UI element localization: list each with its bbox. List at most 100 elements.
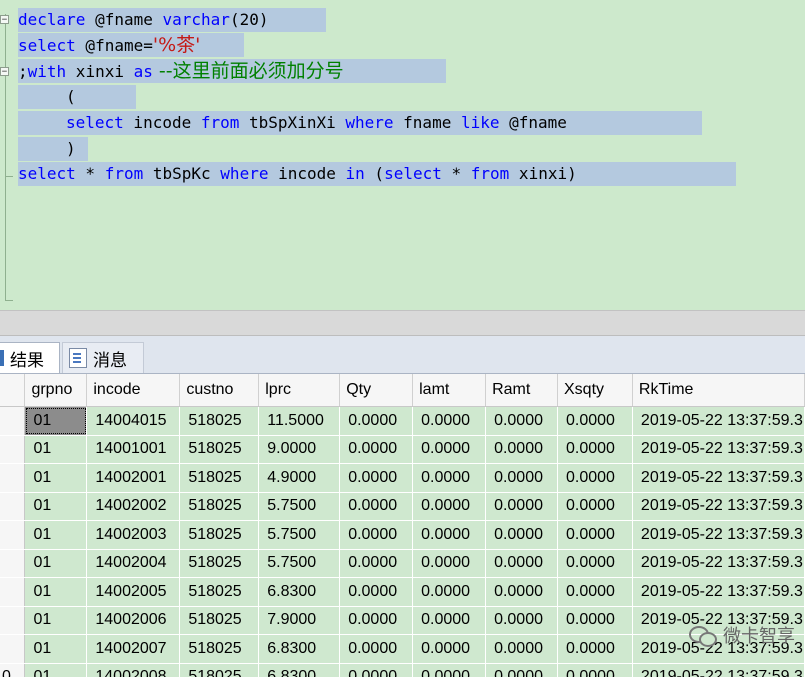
- table-cell[interactable]: 0.0000: [485, 549, 558, 578]
- table-cell[interactable]: 0.0000: [485, 520, 558, 550]
- table-cell[interactable]: 518025: [179, 606, 260, 635]
- table-cell[interactable]: 0.0000: [557, 634, 633, 664]
- table-cell[interactable]: 2019-05-22 13:37:59.3: [632, 549, 805, 578]
- table-cell[interactable]: 14002006: [86, 606, 181, 635]
- table-cell[interactable]: 0.0000: [485, 492, 558, 521]
- table-cell[interactable]: 14002005: [86, 577, 181, 607]
- table-row[interactable]: 01 14002001 518025 4.9000 0.0000 0.0000 0.0000…: [0, 463, 805, 493]
- row-header[interactable]: [0, 606, 26, 635]
- table-cell[interactable]: 14002002: [86, 492, 181, 521]
- column-header[interactable]: RkTime: [632, 374, 805, 407]
- row-header[interactable]: [0, 634, 26, 664]
- table-row[interactable]: 01 14002005 518025 6.8300 0.0000 0.0000 0.0000…: [0, 577, 805, 607]
- table-cell[interactable]: 9.0000: [258, 435, 341, 464]
- table-row[interactable]: 01 14002006 518025 7.9000 0.0000 0.0000 0.0000…: [0, 606, 805, 635]
- table-cell[interactable]: 518025: [179, 549, 260, 578]
- table-cell[interactable]: 0.0000: [557, 492, 633, 521]
- column-header[interactable]: grpno: [24, 374, 88, 407]
- table-cell[interactable]: 518025: [179, 492, 260, 521]
- column-header[interactable]: Xsqty: [557, 374, 633, 407]
- table-cell[interactable]: 0.0000: [339, 549, 414, 578]
- table-row[interactable]: 01 14002007 518025 6.8300 0.0000 0.0000 0.0000…: [0, 634, 805, 664]
- table-cell[interactable]: 01: [24, 435, 88, 464]
- column-header[interactable]: lamt: [412, 374, 487, 407]
- table-cell[interactable]: 518025: [179, 577, 260, 607]
- table-cell[interactable]: 518025: [179, 663, 260, 677]
- table-cell[interactable]: 0.0000: [485, 577, 558, 607]
- grid-corner[interactable]: [0, 374, 26, 407]
- table-cell[interactable]: 01: [24, 406, 88, 436]
- table-cell[interactable]: 0.0000: [412, 549, 487, 578]
- table-cell[interactable]: 518025: [179, 520, 260, 550]
- table-cell[interactable]: 0.0000: [557, 549, 633, 578]
- table-cell[interactable]: 0.0000: [485, 606, 558, 635]
- table-cell[interactable]: 518025: [179, 406, 260, 436]
- table-cell[interactable]: 2019-05-22 13:37:59.3: [632, 663, 805, 677]
- table-cell[interactable]: 0.0000: [485, 406, 558, 436]
- table-cell[interactable]: 0.0000: [557, 463, 633, 493]
- column-header[interactable]: Ramt: [485, 374, 558, 407]
- table-cell[interactable]: 7.9000: [258, 606, 341, 635]
- table-cell[interactable]: 0.0000: [339, 492, 414, 521]
- row-header[interactable]: [0, 549, 26, 578]
- table-cell[interactable]: 01: [24, 577, 88, 607]
- table-cell[interactable]: 0.0000: [412, 492, 487, 521]
- table-cell[interactable]: 0.0000: [485, 663, 558, 677]
- table-row[interactable]: 01 14001001 518025 9.0000 0.0000 0.0000 0.0000…: [0, 435, 805, 464]
- table-cell[interactable]: 518025: [179, 634, 260, 664]
- table-cell[interactable]: 0.0000: [339, 634, 414, 664]
- table-cell[interactable]: 14002007: [86, 634, 181, 664]
- row-header[interactable]: [0, 577, 26, 607]
- sql-editor[interactable]: − − declare @fname varchar(20) select @f…: [0, 0, 805, 310]
- table-cell[interactable]: 0.0000: [557, 435, 633, 464]
- fold-toggle-icon[interactable]: −: [0, 67, 9, 77]
- table-cell[interactable]: 0.0000: [339, 606, 414, 635]
- table-cell[interactable]: 5.7500: [258, 549, 341, 578]
- table-cell[interactable]: 01: [24, 492, 88, 521]
- table-cell[interactable]: 0.0000: [557, 406, 633, 436]
- table-cell[interactable]: 0.0000: [557, 606, 633, 635]
- table-cell[interactable]: 0.0000: [412, 606, 487, 635]
- table-cell[interactable]: 518025: [179, 463, 260, 493]
- table-cell[interactable]: 0.0000: [557, 520, 633, 550]
- table-cell[interactable]: 01: [24, 634, 88, 664]
- row-header[interactable]: 0: [0, 663, 26, 677]
- table-cell[interactable]: 0.0000: [557, 577, 633, 607]
- table-cell[interactable]: 0.0000: [412, 463, 487, 493]
- table-cell[interactable]: 2019-05-22 13:37:59.3: [632, 463, 805, 493]
- table-cell[interactable]: 01: [24, 606, 88, 635]
- table-cell[interactable]: 6.8300: [258, 663, 341, 677]
- tab-messages[interactable]: 消息: [62, 342, 144, 373]
- row-header[interactable]: [0, 463, 26, 493]
- column-header[interactable]: incode: [86, 374, 181, 407]
- tab-results[interactable]: 结果: [0, 342, 60, 373]
- table-cell[interactable]: 0.0000: [412, 435, 487, 464]
- table-row[interactable]: 01 14002002 518025 5.7500 0.0000 0.0000 0.0000…: [0, 492, 805, 521]
- row-header[interactable]: [0, 406, 26, 436]
- table-cell[interactable]: 14002001: [86, 463, 181, 493]
- column-header[interactable]: Qty: [339, 374, 414, 407]
- table-cell[interactable]: 6.8300: [258, 634, 341, 664]
- table-cell[interactable]: 14002004: [86, 549, 181, 578]
- results-grid[interactable]: grpno incode custno lprc Qty lamt Ramt Xsqty RkT…: [0, 374, 805, 677]
- table-cell[interactable]: 01: [24, 549, 88, 578]
- table-cell[interactable]: 0.0000: [339, 577, 414, 607]
- table-cell[interactable]: 0.0000: [339, 663, 414, 677]
- table-cell[interactable]: 0.0000: [412, 520, 487, 550]
- table-cell[interactable]: 6.8300: [258, 577, 341, 607]
- pane-splitter[interactable]: [0, 310, 805, 336]
- column-header[interactable]: lprc: [258, 374, 341, 407]
- table-cell[interactable]: 14002003: [86, 520, 181, 550]
- table-cell[interactable]: 0.0000: [412, 634, 487, 664]
- table-cell[interactable]: 4.9000: [258, 463, 341, 493]
- table-cell[interactable]: 2019-05-22 13:37:59.3: [632, 406, 805, 436]
- table-cell[interactable]: 0.0000: [485, 463, 558, 493]
- table-cell[interactable]: 0.0000: [485, 435, 558, 464]
- table-row[interactable]: 01 14004015 518025 11.5000 0.0000 0.0000 0.000…: [0, 406, 805, 436]
- table-cell[interactable]: 01: [24, 663, 88, 677]
- table-row[interactable]: 0 01 14002008 518025 6.8300 0.0000 0.0000 0.000…: [0, 663, 805, 677]
- table-cell[interactable]: 11.5000: [258, 406, 341, 436]
- row-header[interactable]: [0, 520, 26, 550]
- table-cell[interactable]: 5.7500: [258, 520, 341, 550]
- table-cell[interactable]: 5.7500: [258, 492, 341, 521]
